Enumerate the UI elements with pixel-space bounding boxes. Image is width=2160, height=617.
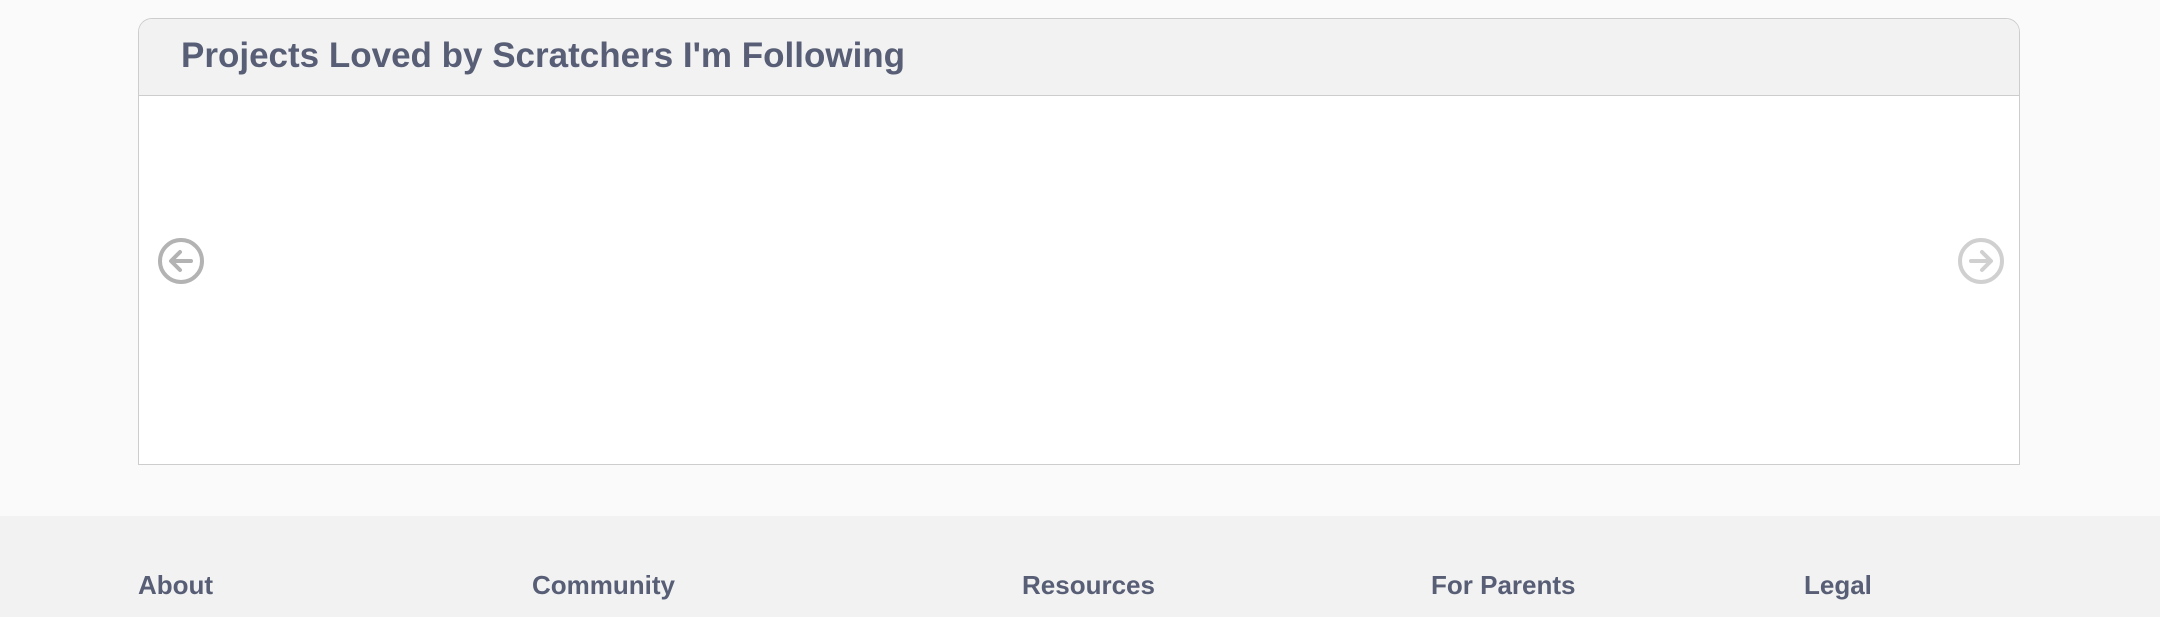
carousel-header: Projects Loved by Scratchers I'm Followi… bbox=[139, 19, 2019, 96]
carousel-prev-button[interactable] bbox=[156, 236, 206, 286]
footer-heading-for-parents: For Parents bbox=[1431, 570, 1576, 600]
page: Projects Loved by Scratchers I'm Followi… bbox=[0, 0, 2160, 617]
carousel-next-button[interactable] bbox=[1956, 236, 2006, 286]
footer-heading-legal: Legal bbox=[1804, 570, 1872, 600]
footer: About Community Resources For Parents Le… bbox=[0, 516, 2160, 617]
arrow-left-circle-icon bbox=[158, 238, 204, 284]
carousel-body bbox=[139, 96, 2019, 464]
footer-heading-about: About bbox=[138, 570, 214, 600]
carousel-title: Projects Loved by Scratchers I'm Followi… bbox=[181, 36, 906, 75]
projects-loved-carousel: Projects Loved by Scratchers I'm Followi… bbox=[138, 18, 2020, 465]
arrow-right-circle-icon bbox=[1958, 238, 2004, 284]
footer-heading-community: Community bbox=[532, 570, 675, 600]
footer-heading-resources: Resources bbox=[1022, 570, 1155, 600]
